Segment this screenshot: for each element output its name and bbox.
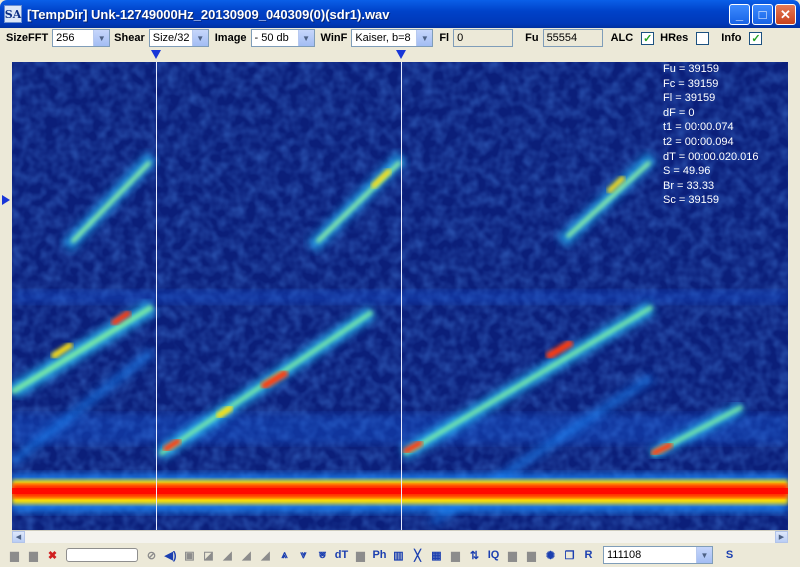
note-icon[interactable]: ▆ [523, 547, 540, 564]
time-ruler [12, 48, 788, 62]
winf-label: WinF [320, 32, 348, 44]
hres-label: HRes [660, 32, 689, 44]
chevron-down-icon[interactable]: ▼ [297, 30, 314, 46]
progress-bar [66, 548, 138, 562]
window-controls: _ □ ✕ [729, 4, 796, 25]
image-select[interactable]: - 50 db ▼ [250, 29, 315, 47]
title-bar: SA [TempDir] Unk-12749000Hz_20130909_040… [0, 0, 800, 28]
shear-value: Size/32 [152, 32, 190, 44]
refresh-icon[interactable]: ✺ [542, 547, 559, 564]
fl-label: Fl [439, 32, 450, 44]
scale-up-icon[interactable]: ⩓ [276, 547, 293, 564]
info-checkbox[interactable]: ✓ [749, 31, 763, 45]
fu-field[interactable]: 55554 [542, 29, 603, 47]
alc-label: ALC [610, 32, 634, 44]
scale-down-icon[interactable]: ⩔ [295, 547, 312, 564]
info-fu: Fu = 39159 [663, 63, 719, 75]
stop-icon[interactable]: ⊘ [143, 547, 160, 564]
ph-button[interactable]: Ph [371, 547, 388, 564]
info-t2: t2 = 00:00.094 [663, 135, 734, 148]
fu-value: 55554 [546, 32, 578, 44]
scroll-left-button[interactable]: ◀ [12, 531, 25, 543]
bookmark-icon[interactable]: ▆ [447, 547, 464, 564]
info-label: Info [721, 32, 742, 44]
spectrogram-view[interactable]: Fu = 39159 Fc = 39159 Fl = 39159 dF = 0 … [12, 62, 788, 530]
iq-button[interactable]: IQ [485, 547, 502, 564]
scroll-right-button[interactable]: ▶ [775, 531, 788, 543]
cursor-t2-marker[interactable] [396, 50, 406, 59]
page-icon[interactable]: ◢ [238, 547, 255, 564]
sizefft-value: 256 [56, 32, 75, 44]
filter-icon[interactable]: ▣ [181, 547, 198, 564]
dt-button[interactable]: dT [333, 547, 350, 564]
minimize-button[interactable]: _ [729, 4, 750, 25]
delete-icon[interactable]: ✖ [44, 547, 61, 564]
info-sc: Sc = 39159 [663, 194, 719, 207]
chevron-down-icon[interactable]: ▼ [93, 30, 110, 46]
info-panel: Fu = 39159 Fc = 39159 Fl = 39159 dF = 0 … [663, 62, 759, 208]
sizefft-select[interactable]: 256 ▼ [52, 29, 111, 47]
cross-icon[interactable]: ╳ [409, 547, 426, 564]
winf-value: Kaiser, b=8 [355, 32, 411, 44]
chevron-down-icon[interactable]: ▼ [696, 547, 712, 563]
r-button[interactable]: R [580, 547, 597, 564]
fu-label: Fu [525, 32, 539, 44]
copy-icon[interactable]: ◢ [257, 547, 274, 564]
close-button[interactable]: ✕ [775, 4, 796, 25]
cursor-t1-line[interactable] [156, 62, 157, 530]
swap-icon[interactable]: ⇅ [466, 547, 483, 564]
shear-select[interactable]: Size/32 ▼ [148, 29, 209, 47]
grid-icon[interactable]: ▦ [428, 547, 445, 564]
clipboard-icon[interactable]: ❐ [561, 547, 578, 564]
info-br: Br = 33.33 [663, 179, 715, 192]
tool-icon[interactable]: ▆ [352, 547, 369, 564]
marker-icon[interactable]: ◪ [200, 547, 217, 564]
cursor-t2-line[interactable] [401, 62, 402, 530]
save-icon[interactable]: ▆ [25, 547, 42, 564]
s-button[interactable]: S [721, 547, 738, 564]
info-t1: t1 = 00:00.074 [663, 121, 734, 134]
bars-icon[interactable]: ▥ [390, 547, 407, 564]
alc-checkbox[interactable]: ✓ [641, 31, 655, 45]
app-icon: SA [4, 5, 22, 23]
frequency-select[interactable]: 111108 ▼ [603, 546, 713, 564]
winf-select[interactable]: Kaiser, b=8 ▼ [351, 29, 434, 47]
zoom-icon[interactable]: ◢ [219, 547, 236, 564]
sizefft-label: SizeFFT [6, 32, 49, 44]
window-title: [TempDir] Unk-12749000Hz_20130909_040309… [27, 6, 390, 22]
info-s: S = 49.96 [663, 165, 711, 178]
horizontal-scrollbar[interactable]: ◀ ▶ [12, 530, 788, 543]
info-fc: Fc = 39159 [663, 77, 719, 90]
fl-value: 0 [457, 32, 464, 44]
image-value: - 50 db [254, 32, 289, 44]
cursor-t1-marker[interactable] [151, 50, 161, 59]
folder-icon[interactable]: ▆ [6, 547, 23, 564]
maximize-button[interactable]: □ [752, 4, 773, 25]
speaker-icon[interactable]: ◀) [162, 547, 179, 564]
scale-fit-icon[interactable]: ⩐ [314, 547, 331, 564]
mark-icon[interactable]: ▆ [504, 547, 521, 564]
frequency-value: 111108 [607, 549, 642, 561]
top-toolbar: SizeFFT 256 ▼ Shear Size/32 ▼ Image - 50… [0, 28, 800, 48]
bottom-toolbar: ▆ ▆ ✖ ⊘ ◀) ▣ ◪ ◢ ◢ ◢ ⩓ ⩔ ⩐ dT ▆ Ph ▥ ╳ ▦… [0, 543, 800, 567]
chevron-down-icon[interactable]: ▼ [191, 30, 208, 46]
fl-field[interactable]: 0 [453, 29, 514, 47]
image-label: Image [214, 32, 247, 44]
info-df: dF = 0 [663, 106, 695, 119]
info-dt: dT = 00:00.020.016 [663, 150, 759, 163]
shear-label: Shear [114, 32, 145, 44]
hres-checkbox[interactable] [696, 31, 710, 45]
chevron-down-icon[interactable]: ▼ [416, 30, 433, 46]
carrier-band [12, 474, 788, 512]
info-fl: Fl = 39159 [663, 92, 716, 105]
frequency-marker[interactable] [2, 195, 10, 205]
